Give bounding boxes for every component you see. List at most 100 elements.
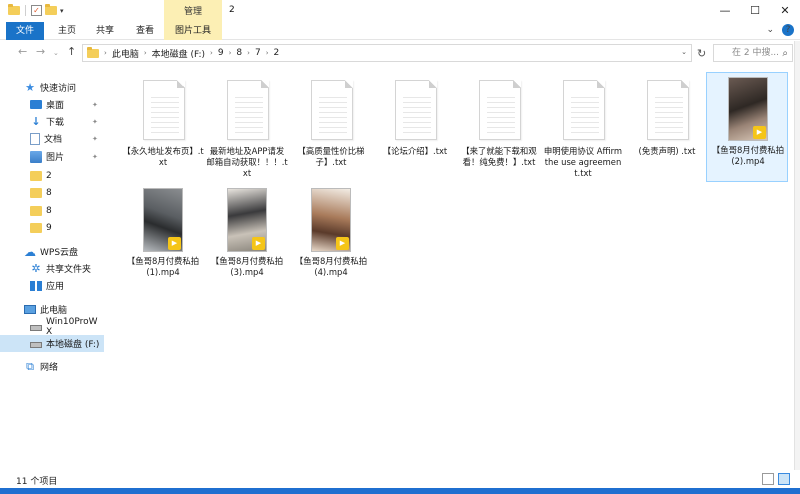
sidebar-item-folder-8a[interactable]: 8 (0, 184, 104, 201)
desktop-icon (30, 100, 42, 109)
sidebar-item-folder-8b[interactable]: 8 (0, 202, 104, 219)
pin-icon[interactable]: ✦ (92, 101, 98, 109)
pictures-icon (30, 150, 42, 163)
sidebar-item-folder-2[interactable]: 2 (0, 167, 104, 184)
chevron-right-icon[interactable]: › (104, 49, 107, 57)
text-file-icon (647, 80, 689, 140)
sidebar-item-label: 8 (46, 187, 52, 198)
pin-icon[interactable]: ✦ (92, 153, 98, 161)
maximize-button[interactable]: ☐ (740, 0, 770, 22)
search-placeholder: 在 2 中搜... (732, 48, 780, 58)
file-name: 【鱼哥8月付费私拍 (3).mp4 (210, 256, 284, 277)
close-button[interactable]: ✕ (770, 0, 800, 22)
breadcrumb-2[interactable]: 2 (274, 48, 280, 58)
text-file-icon (563, 80, 605, 140)
tab-manage[interactable]: 管理 (164, 0, 222, 22)
chevron-right-icon[interactable]: › (210, 49, 213, 57)
tab-view[interactable]: 查看 (130, 22, 160, 40)
file-item[interactable]: 【论坛介绍】.txt (374, 74, 456, 184)
sidebar-item-label: 图片 (46, 153, 65, 163)
sidebar-item-quick-access[interactable]: ★ 快速访问 (0, 79, 104, 96)
chevron-right-icon[interactable]: › (247, 49, 250, 57)
text-file-icon (227, 80, 269, 140)
tab-picture-tools[interactable]: 图片工具 (164, 22, 222, 40)
sidebar-item-pictures[interactable]: 图片 ✦ (0, 148, 104, 165)
folder-icon (30, 170, 42, 181)
address-bar[interactable]: › 此电脑 › 本地磁盘 (F:) › 9 › 8 › 7 › 2 ⌄ (82, 44, 692, 62)
ribbon-right-controls: ⌄ ? (766, 24, 794, 36)
details-view-icon[interactable] (762, 473, 774, 485)
file-item[interactable]: 【永久地址发布页】.txt (122, 74, 204, 184)
file-name: 【高质量性价比梯子】.txt (297, 146, 365, 167)
pin-icon[interactable]: ✦ (92, 118, 98, 126)
file-item[interactable]: 【高质量性价比梯子】.txt (290, 74, 372, 184)
chevron-right-icon[interactable]: › (229, 49, 232, 57)
breadcrumb-this-pc[interactable]: 此电脑 (112, 47, 139, 60)
navigation-pane: ★ 快速访问 桌面 ✦ ↓ 下载 ✦ 文档 ✦ 图片 ✦ 2 8 8 9 ☁ W… (0, 72, 104, 468)
file-item[interactable]: 【来了就能下载和观看！纯免费！】.txt (458, 74, 540, 184)
file-item[interactable]: ▶ 【鱼哥8月付费私拍 (4).mp4 (290, 184, 372, 294)
forward-button[interactable]: → (36, 45, 45, 58)
sidebar-item-wps-cloud[interactable]: ☁ WPS云盘 (0, 243, 104, 260)
chevron-right-icon[interactable]: › (266, 49, 269, 57)
tab-file[interactable]: 文件 (6, 22, 44, 40)
sidebar-item-label: 8 (46, 205, 52, 216)
file-name: 【鱼哥8月付费私拍 (1).mp4 (126, 256, 200, 277)
sidebar-item-apps[interactable]: 应用 (0, 277, 104, 294)
sidebar-item-desktop[interactable]: 桌面 ✦ (0, 96, 104, 113)
apps-icon (30, 280, 42, 291)
pin-icon[interactable]: ✦ (92, 135, 98, 143)
file-item[interactable]: ▶ 【鱼哥8月付费私拍 (3).mp4 (206, 184, 288, 294)
file-item[interactable]: 最新地址及APP请发邮箱自动获取！！！.txt (206, 74, 288, 184)
folder-icon (87, 46, 99, 58)
file-item[interactable]: (免责声明) .txt (626, 74, 708, 184)
sidebar-item-shared-folder[interactable]: ✲ 共享文件夹 (0, 260, 104, 277)
file-name: 【论坛介绍】.txt (382, 146, 448, 156)
refresh-icon[interactable]: ↻ (697, 47, 706, 60)
file-item[interactable]: 申明使用协议 Affirm the use agreement.txt (542, 74, 624, 184)
sidebar-item-win10-drive[interactable]: Win10ProW X (0, 317, 104, 337)
file-item-selected[interactable]: ▶ 【鱼哥8月付费私拍 (2).mp4 (706, 72, 788, 182)
drive-icon (30, 342, 42, 348)
sidebar-item-documents[interactable]: 文档 ✦ (0, 130, 104, 147)
new-folder-icon[interactable] (45, 4, 57, 15)
drive-icon (30, 325, 42, 331)
sidebar-item-this-pc[interactable]: 此电脑 (0, 301, 104, 318)
folder-icon (30, 222, 42, 233)
sidebar-item-label: 2 (46, 170, 52, 181)
sidebar-item-local-disk-f[interactable]: 本地磁盘 (F:) (0, 335, 104, 352)
sidebar-item-label: 桌面 (46, 101, 65, 111)
text-file-icon (311, 80, 353, 140)
recent-locations-icon[interactable]: ⌄ (53, 49, 59, 57)
file-item[interactable]: ▶ 【鱼哥8月付费私拍 (1).mp4 (122, 184, 204, 294)
up-button[interactable]: ↑ (67, 45, 76, 58)
player-badge-icon: ▶ (336, 237, 349, 250)
chevron-right-icon[interactable]: › (144, 49, 147, 57)
sidebar-item-folder-9[interactable]: 9 (0, 219, 104, 236)
tab-share[interactable]: 共享 (90, 22, 120, 40)
tab-home[interactable]: 主页 (52, 22, 82, 40)
properties-icon[interactable]: ✓ (31, 5, 42, 16)
large-icons-view-icon[interactable] (778, 473, 790, 485)
breadcrumb-7[interactable]: 7 (255, 48, 261, 58)
minimize-button[interactable]: — (710, 0, 740, 22)
help-icon[interactable]: ? (782, 24, 794, 36)
folder-icon (30, 205, 42, 216)
search-input[interactable]: 在 2 中搜... ⌕ (713, 44, 793, 62)
expand-ribbon-icon[interactable]: ⌄ (766, 25, 774, 35)
breadcrumb-8[interactable]: 8 (236, 48, 242, 58)
sidebar-item-label: 文档 (44, 135, 63, 145)
file-name: 最新地址及APP请发邮箱自动获取！！！.txt (206, 146, 288, 178)
title-bar: ✓ ▾ 管理 2 — ☐ ✕ (0, 0, 800, 22)
sidebar-item-downloads[interactable]: ↓ 下载 ✦ (0, 113, 104, 130)
file-name: 【来了就能下载和观看！纯免费！】.txt (461, 146, 537, 167)
back-button[interactable]: ← (18, 45, 27, 58)
breadcrumb-9[interactable]: 9 (218, 48, 224, 58)
sidebar-item-network[interactable]: ⧉ 网络 (0, 358, 104, 375)
file-name: (免责声明) .txt (638, 146, 696, 156)
customize-toolbar-icon[interactable]: ▾ (60, 7, 64, 15)
breadcrumb-drive-f[interactable]: 本地磁盘 (F:) (152, 47, 205, 60)
folder-icon (30, 187, 42, 198)
text-file-icon (395, 80, 437, 140)
chevron-down-icon[interactable]: ⌄ (681, 48, 687, 56)
